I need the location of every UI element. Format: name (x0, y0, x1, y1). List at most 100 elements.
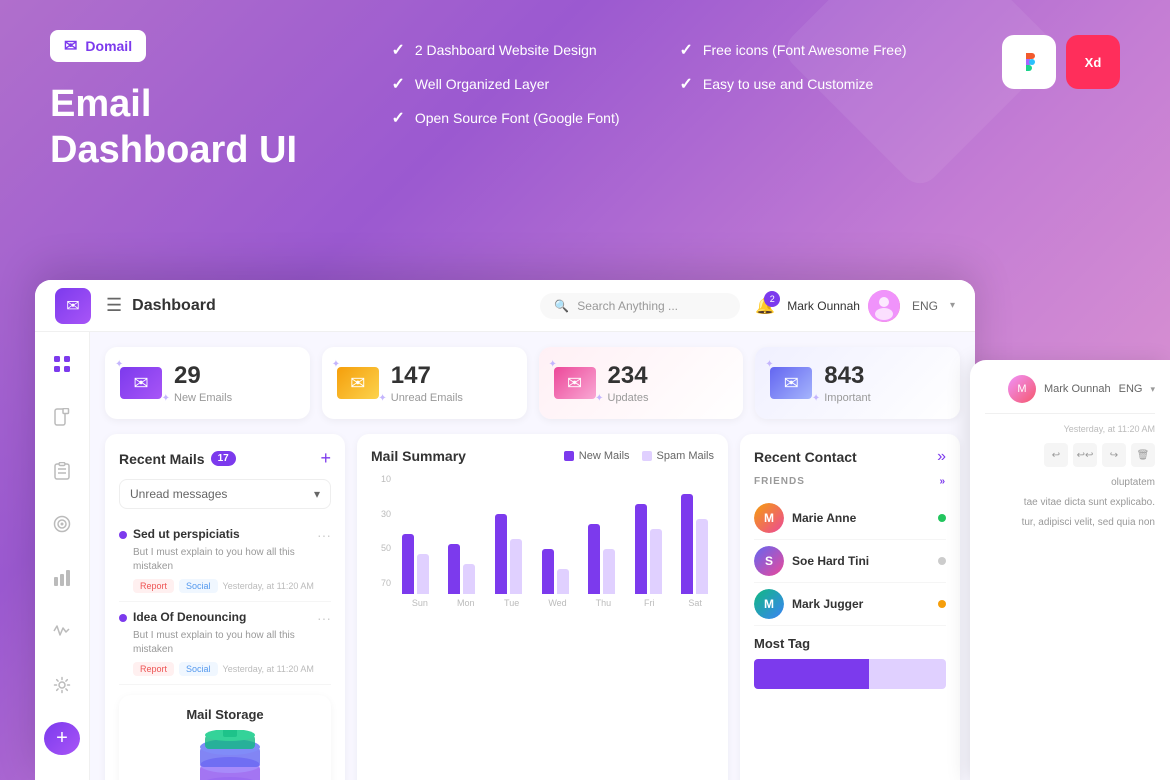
bar-new-mon (448, 544, 460, 594)
stat-info-new: 29 New Emails (174, 362, 232, 404)
sidebar-item-grid[interactable] (44, 347, 80, 381)
feature-2: ✓ Well Organized Layer (391, 74, 619, 94)
feature-3: ✓ Open Source Font (Google Font) (391, 108, 619, 128)
dashboard-title: Dashboard (132, 297, 540, 315)
feature-5: ✓ Easy to use and Customize (680, 74, 908, 94)
sidebar-item-file[interactable] (44, 401, 80, 435)
bar-spam-sat (696, 519, 708, 594)
rp-delete-icon[interactable]: 🗑 (1131, 443, 1155, 467)
storage-illustration (165, 730, 285, 780)
recent-mails-badge: 17 (211, 451, 236, 466)
dashboard-body: + ✦ ✉ ✦ 29 New Emails (35, 332, 975, 780)
rp-reply-all-icon[interactable]: ↩↩ (1073, 443, 1097, 467)
rp-time: Yesterday, at 11:20 AM (985, 424, 1155, 435)
promo-header: ✉ Domail Email Dashboard UI ✓ 2 Dashboar… (0, 0, 1170, 193)
mail-preview-1: But I must explain to you how all this m… (133, 546, 331, 574)
header-right: 🔔 2 Mark Ounnah ENG ▾ (755, 290, 955, 322)
bar-label-fri: Fri (630, 598, 668, 608)
user-avatar (868, 290, 900, 322)
mail-preview-2: But I must explain to you how all this m… (133, 629, 331, 657)
contact-name-mark: Mark Jugger (792, 597, 863, 611)
rp-forward-icon[interactable]: ↪ (1102, 443, 1126, 467)
most-tag-section: Most Tag (754, 636, 946, 689)
figma-badge (1002, 35, 1056, 89)
stats-row: ✦ ✉ ✦ 29 New Emails ✦ ✉ ✦ (105, 347, 960, 419)
check-icon-3: ✓ (391, 108, 404, 128)
user-info: Mark Ounnah (787, 290, 900, 322)
avatar-soe: S (754, 546, 784, 576)
mail-more-2[interactable]: ··· (317, 610, 331, 626)
mail-tags-2: Report Social Yesterday, at 11:20 AM (133, 662, 331, 676)
bar-group-fri (629, 494, 668, 594)
check-icon-4: ✓ (680, 40, 693, 60)
mail-more-1[interactable]: ··· (317, 527, 331, 543)
stat-important: ✦ ✉ ✦ 843 Important (755, 347, 960, 419)
feature-1: ✓ 2 Dashboard Website Design (391, 40, 619, 60)
mail-dot-1 (119, 531, 127, 539)
rp-reply-icon[interactable]: ↩ (1044, 443, 1068, 467)
bar-new-sat (681, 494, 693, 594)
bar-group-mon (443, 494, 482, 594)
status-dot-soe (938, 557, 946, 565)
rp-text-2: tae vitae dicta sunt explicabo. (985, 495, 1155, 510)
rp-text-3: tur, adipisci velit, sed quia non (985, 515, 1155, 530)
chevron-right-icon: » (939, 476, 946, 487)
add-mail-button[interactable]: + (320, 448, 331, 469)
check-icon-2: ✓ (391, 74, 404, 94)
bar-new-wed (542, 549, 554, 594)
sidebar-item-target[interactable] (44, 508, 80, 542)
recent-contact-card: Recent Contact » FRIENDS » M Marie Anne (740, 434, 960, 780)
logo-badge: ✉ Domail (50, 30, 146, 62)
avatar-mark: M (754, 589, 784, 619)
recent-mails-header: Recent Mails 17 + (119, 448, 331, 469)
sidebar-item-clipboard[interactable] (44, 454, 80, 488)
mail-item-1[interactable]: Sed ut perspiciatis ··· But I must expla… (119, 519, 331, 602)
contact-forward-icon[interactable]: » (937, 448, 946, 466)
search-bar[interactable]: 🔍 Search Anything ... (540, 293, 740, 319)
tag-social-1[interactable]: Social (179, 579, 218, 593)
unread-emails-count: 147 (391, 362, 463, 390)
filter-dropdown[interactable]: Unread messages ▾ (119, 479, 331, 509)
mail-item-2[interactable]: Idea Of Denouncing ··· But I must explai… (119, 602, 331, 685)
unread-emails-label: Unread Emails (391, 392, 463, 404)
legend-spam-mails: Spam Mails (642, 450, 714, 462)
legend-spam-dot (642, 451, 652, 461)
bar-label-sun: Sun (401, 598, 439, 608)
chart-legend: New Mails Spam Mails (564, 450, 714, 462)
y-axis: 70 50 30 10 (371, 474, 391, 608)
stat-unread-emails: ✦ ✉ ✦ 147 Unread Emails (322, 347, 527, 419)
tag-report-1[interactable]: Report (133, 579, 174, 593)
sidebar-item-activity[interactable] (44, 615, 80, 649)
bar-label-mon: Mon (447, 598, 485, 608)
bar-labels: SunMonTueWedThuFriSat (396, 594, 714, 608)
right-panel-actions: ↩ ↩↩ ↪ 🗑 (985, 443, 1155, 467)
bar-group-tue (489, 494, 528, 594)
hamburger-icon[interactable]: ☰ (106, 295, 122, 316)
sidebar-item-settings[interactable] (44, 668, 80, 702)
sidebar-item-chart[interactable] (44, 561, 80, 595)
status-dot-mark (938, 600, 946, 608)
mail-tags-1: Report Social Yesterday, at 11:20 AM (133, 579, 331, 593)
bar-group-sat (675, 494, 714, 594)
check-icon-5: ✓ (680, 74, 693, 94)
add-button[interactable]: + (44, 722, 80, 756)
rp-text-1: oluptatem (985, 475, 1155, 490)
tag-report-2[interactable]: Report (133, 662, 174, 676)
recent-mails-title: Recent Mails 17 (119, 451, 236, 467)
bar-new-tue (495, 514, 507, 594)
contact-name-soe: Soe Hard Tini (792, 554, 869, 568)
mail-time-2: Yesterday, at 11:20 AM (223, 664, 314, 674)
tag-social-2[interactable]: Social (179, 662, 218, 676)
friends-subtitle: FRIENDS » (754, 476, 946, 487)
bar-chart: 70 50 30 10 SunMonTueWedThuFriSat (371, 474, 714, 608)
new-emails-label: New Emails (174, 392, 232, 404)
hero-title: Email Dashboard UI (50, 82, 297, 173)
important-count: 843 (824, 362, 870, 390)
contact-mark[interactable]: M Mark Jugger (754, 583, 946, 626)
mail-dot-2 (119, 614, 127, 622)
notification-button[interactable]: 🔔 2 (755, 296, 775, 316)
contact-soe[interactable]: S Soe Hard Tini (754, 540, 946, 583)
bar-group-wed (536, 494, 575, 594)
language-selector[interactable]: ENG (912, 299, 938, 313)
contact-marie[interactable]: M Marie Anne (754, 497, 946, 540)
